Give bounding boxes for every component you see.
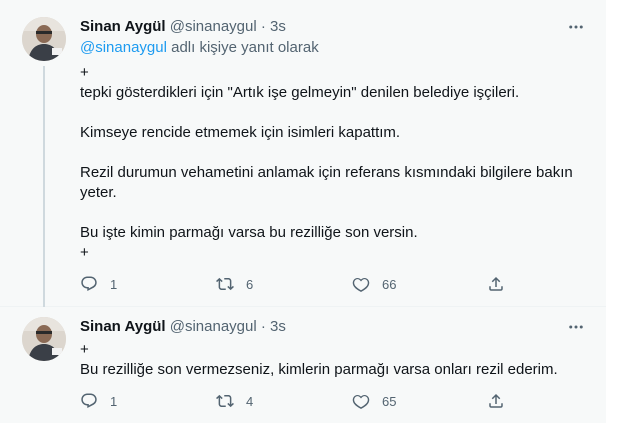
reply-button[interactable]: 1 [80,391,117,411]
tweet-header: Sinan Aygül @sinanaygul · 3s [80,317,286,337]
author-handle[interactable]: @sinanaygul [170,18,257,35]
tweet-line: Bu işte kimin parmağı varsa bu rezilliğe… [80,224,418,241]
author-name[interactable]: Sinan Aygül [80,318,166,335]
dot-separator: · [260,318,266,335]
thread-connector-line [43,66,45,308]
reply-button[interactable]: 1 [80,274,117,294]
retweet-count: 6 [246,276,254,292]
tweet-line: Bu rezilliğe son vermezseniz, kimlerin p… [80,361,558,378]
tweet-line: + [80,341,89,358]
more-horizontal-icon [569,325,583,329]
tweet-text: + Bu rezilliğe son vermezseniz, kimlerin… [80,340,590,380]
author-handle[interactable]: @sinanaygul [170,318,257,335]
retweet-button[interactable]: 6 [216,274,253,294]
avatar-photo [22,317,66,361]
like-button[interactable]: 66 [352,274,396,294]
tweet-time[interactable]: 3s [270,18,286,35]
tweet-text: + tepki gösterdikleri için "Artık işe ge… [80,63,590,263]
reply-count: 1 [110,276,118,292]
share-icon [489,393,503,408]
reply-icon [81,276,97,292]
retweet-icon [216,394,234,408]
tweet-actions: 1 6 66 [80,274,520,294]
tweet-actions: 1 4 65 [80,391,520,411]
more-options-button[interactable] [566,317,586,337]
heart-icon [352,277,370,293]
heart-icon [352,394,370,410]
avatar[interactable] [22,317,66,361]
share-button[interactable] [487,274,505,294]
share-icon [489,276,503,291]
tweet-time[interactable]: 3s [270,318,286,335]
tweet-2[interactable]: Sinan Aygül @sinanaygul · 3s + Bu rezill… [0,307,606,423]
tweet-line: Kimseye rencide etmemek için isimleri ka… [80,124,401,141]
share-button[interactable] [487,391,505,411]
tweet-header: Sinan Aygül @sinanaygul · 3s [80,17,286,37]
tweet-line: Rezil durumun vehametini anlamak için re… [80,164,573,201]
reply-mention-link[interactable]: @sinanaygul [80,39,167,56]
retweet-icon [216,277,234,291]
avatar[interactable] [22,17,66,61]
more-horizontal-icon [569,25,583,29]
reply-icon [81,393,97,409]
timeline: Sinan Aygül @sinanaygul · 3s @sinanaygul… [0,0,606,423]
like-count: 65 [382,393,397,409]
like-button[interactable]: 65 [352,391,396,411]
tweet-line: + [80,244,89,261]
replying-to: @sinanaygul adlı kişiye yanıt olarak [80,38,319,58]
retweet-button[interactable]: 4 [216,391,253,411]
author-name[interactable]: Sinan Aygül [80,18,166,35]
avatar-photo [22,17,66,61]
tweet-line: tepki gösterdikleri için "Artık işe gelm… [80,84,520,101]
retweet-count: 4 [246,393,254,409]
more-options-button[interactable] [566,17,586,37]
like-count: 66 [382,276,397,292]
tweet-1[interactable]: Sinan Aygül @sinanaygul · 3s @sinanaygul… [0,0,606,308]
reply-suffix: adlı kişiye yanıt olarak [166,39,319,56]
reply-count: 1 [110,393,118,409]
tweet-line: + [80,64,89,81]
dot-separator: · [260,18,266,35]
